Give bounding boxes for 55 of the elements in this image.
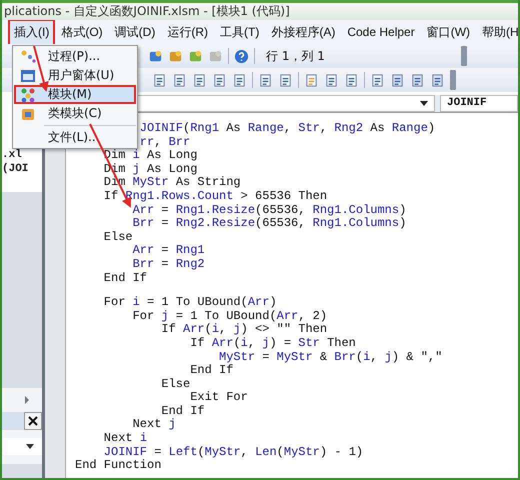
cursor-position: 行 1，列 1: [265, 48, 326, 64]
code-line: Else: [161, 378, 190, 392]
code-line: End If: [161, 404, 205, 418]
toolbar-overflow-handle[interactable]: [461, 46, 467, 66]
tree-item[interactable]: .xl: [2, 148, 42, 162]
menu-item[interactable]: Code Helper: [341, 20, 421, 44]
procedure-dropdown[interactable]: JOINIF: [440, 95, 518, 112]
code-line: If Rng1.Rows.Count > 65536 Then: [104, 190, 328, 204]
menu-item[interactable]: 格式(O): [55, 20, 109, 44]
toolbar-overflow-handle[interactable]: [450, 70, 456, 90]
code-line: End Function: [75, 459, 162, 473]
code-line: MyStr = MyStr & Brr(i, j) & ",": [219, 350, 442, 364]
code-line: For i = 1 To UBound(Arr): [104, 296, 277, 310]
code-line: Brr = Rng2: [132, 258, 205, 272]
code-line: Brr = Rng2.Resize(65536, Rng1.Columns): [132, 217, 406, 231]
code-line: Else: [104, 230, 133, 244]
code-line: If Arr(i, j) = Str Then: [190, 336, 356, 350]
code-line: JOINIF(Rng1 As Range, Str, Rng2 As Range): [140, 122, 436, 136]
menu-item[interactable]: 外接程序(A): [265, 20, 342, 44]
form-window-icon: [20, 68, 36, 84]
sparkle-icon: [20, 48, 36, 64]
dots-icon: [20, 86, 36, 102]
menu-item[interactable]: 模块(M): [14, 85, 136, 104]
code-line: For j = 1 To UBound(Arr, 2): [132, 310, 328, 323]
code-line: Next i: [104, 432, 148, 446]
menu-item[interactable]: 运行(R): [161, 20, 214, 44]
close-icon: [28, 416, 38, 426]
menu-item[interactable]: 类模块(C): [14, 104, 136, 123]
help-icon[interactable]: [234, 48, 249, 64]
caret-icon: [420, 101, 428, 106]
page-icon[interactable]: [192, 72, 207, 88]
menu-item[interactable]: 用户窗体(U): [14, 66, 136, 85]
menu-item[interactable]: 调试(D): [108, 20, 162, 44]
code-line: Arr = Rng1: [132, 244, 205, 258]
menu-item[interactable]: 帮助(H: [476, 20, 518, 44]
arrow: [33, 46, 49, 92]
close-button[interactable]: [24, 412, 42, 430]
code-line: If Arr(i, j) <> "" Then: [161, 323, 328, 337]
menu-item[interactable]: 过程(P)...: [14, 47, 136, 66]
menu-item[interactable]: 窗口(W): [420, 20, 476, 44]
code-line: Next j: [132, 418, 176, 432]
code-line: rr, Brr: [140, 136, 190, 150]
page-icon[interactable]: [172, 72, 187, 88]
window-title: plications - 自定义函数JOINIF.xlsm - [模块1 (代码)]: [3, 3, 290, 20]
menu-item[interactable]: 工具(T): [214, 20, 266, 44]
caret-icon[interactable]: [26, 444, 34, 449]
code-line: Arr = Rng1.Resize(65536, Rng1.Columns): [132, 204, 406, 217]
menu-item[interactable]: 插入(I): [8, 20, 56, 44]
scroll-arrow-icon[interactable]: [24, 396, 30, 404]
code-line: Exit For: [190, 391, 248, 405]
tree-item[interactable]: (JOI: [2, 162, 42, 176]
code-line: End If: [190, 364, 234, 378]
code-line: JOINIF = Left(MyStr, Len(MyStr) - 1): [104, 446, 364, 459]
page-icon[interactable]: [212, 72, 227, 88]
code-line: End If: [104, 272, 148, 286]
